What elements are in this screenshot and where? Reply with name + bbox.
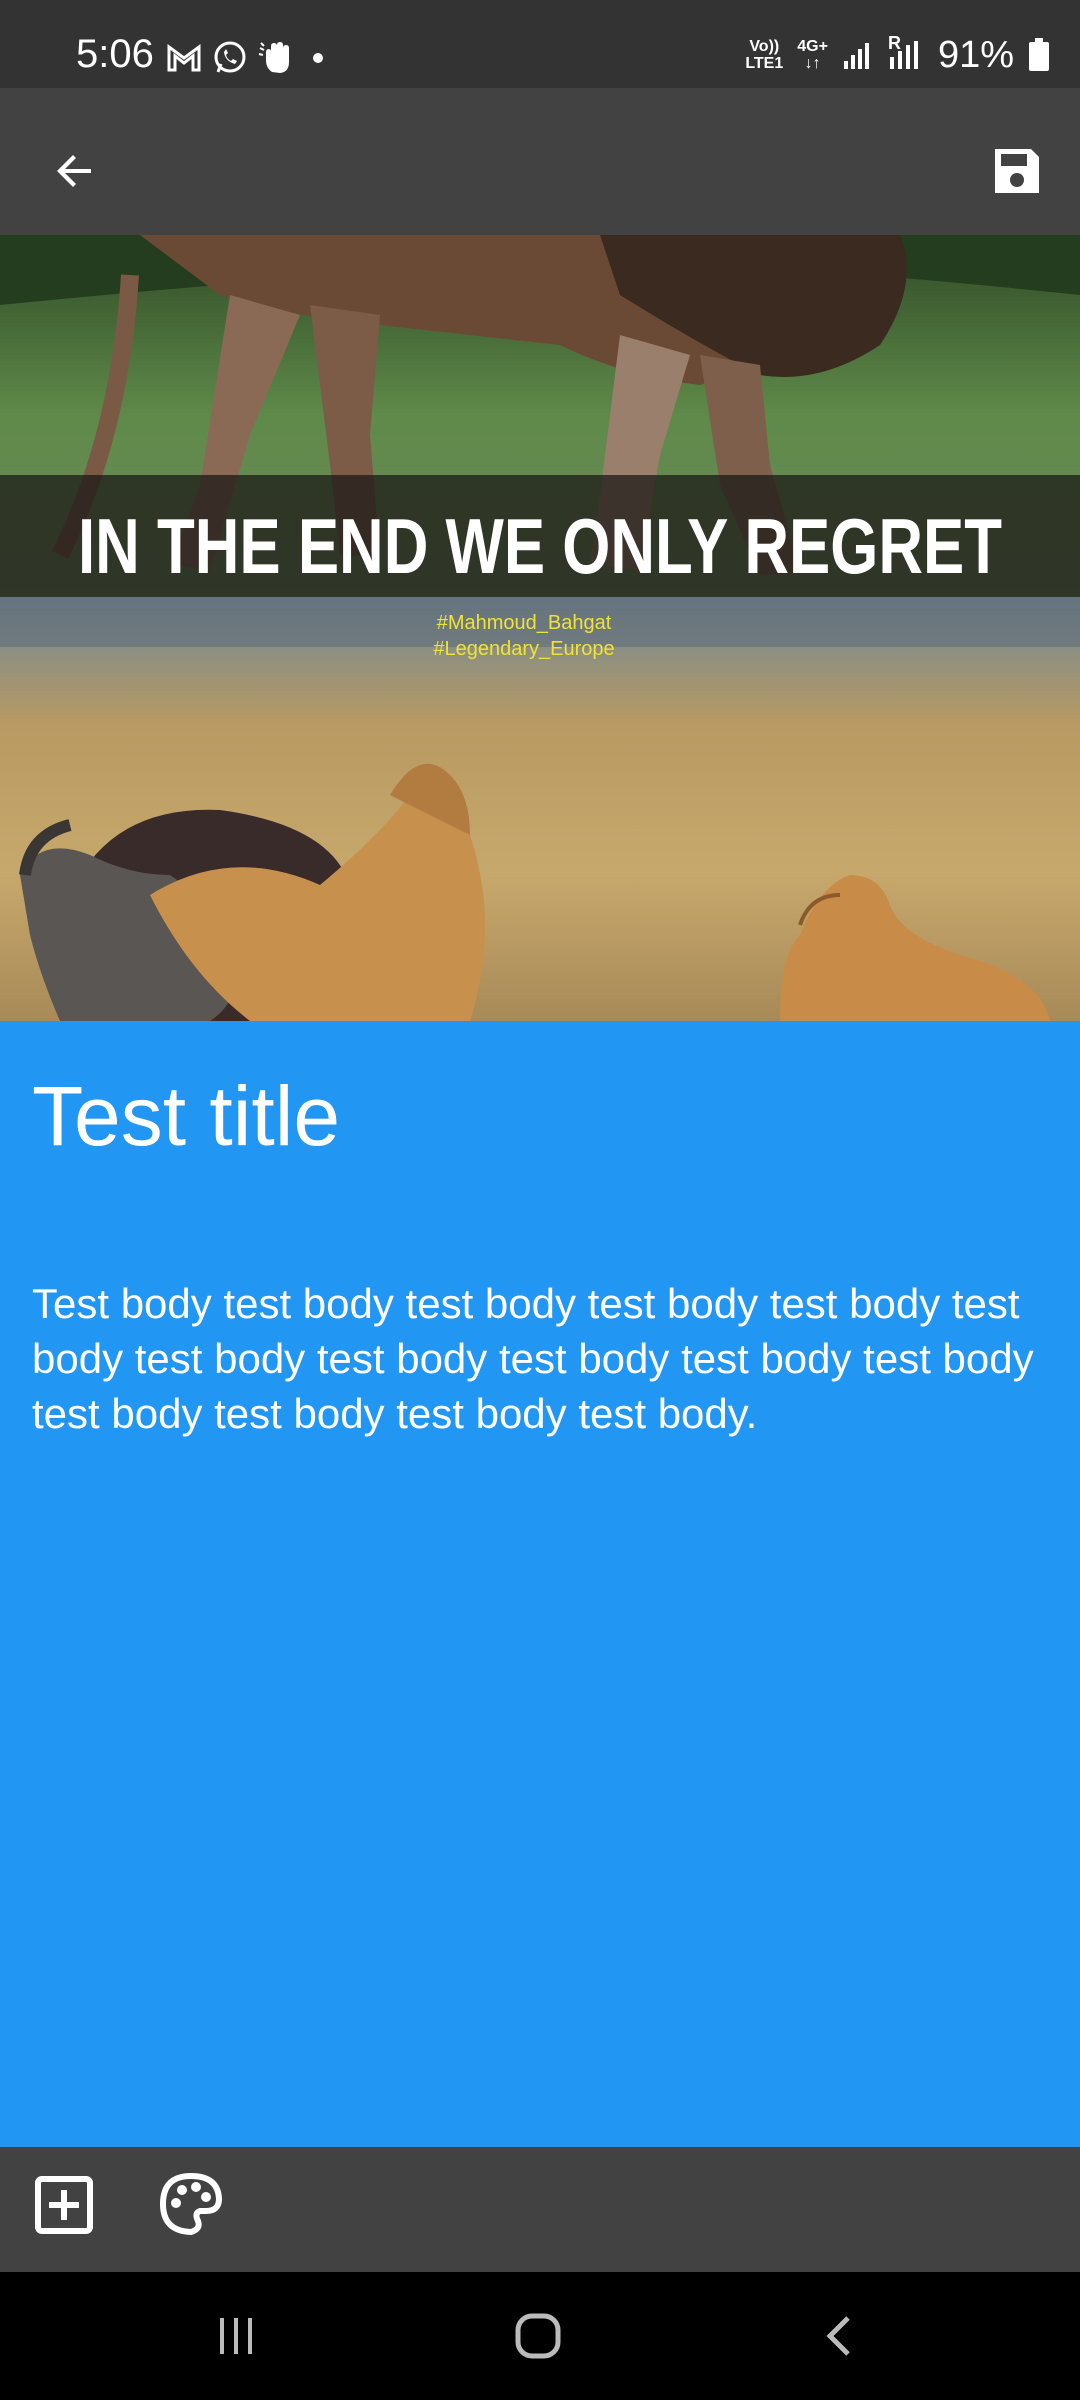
whatsapp-icon: [214, 41, 246, 73]
recents-button[interactable]: [196, 2306, 276, 2366]
add-box-icon: [35, 2176, 93, 2234]
bottom-toolbar: [0, 2147, 1080, 2272]
signal-strength-icon-2: [889, 41, 918, 69]
hand-wave-icon: [258, 42, 289, 73]
home-button[interactable]: [498, 2306, 578, 2366]
battery-icon: [1029, 38, 1049, 71]
arrow-left-icon: [57, 155, 91, 187]
gmail-icon: [167, 44, 201, 72]
palette-icon: [159, 2172, 223, 2236]
status-time: 5:06: [76, 32, 154, 76]
app-bar: [0, 88, 1080, 235]
status-right: Vo)) LTE1 4G+ ↓↑ R 91%: [745, 33, 1050, 76]
network-type-indicator: 4G+ ↓↑: [797, 38, 828, 72]
volte-indicator: Vo)) LTE1: [745, 38, 784, 72]
signal-strength-icon: [843, 43, 869, 69]
save-button[interactable]: [978, 132, 1056, 210]
color-palette-button[interactable]: [158, 2171, 224, 2237]
roaming-signal: R: [888, 33, 924, 71]
status-bar: 5:06 Vo)) LTE1 4G+ ↓↑ R 91%: [0, 0, 1080, 88]
nav-back-button[interactable]: [800, 2306, 880, 2366]
battery-percent: 91%: [937, 34, 1014, 76]
back-button[interactable]: [36, 132, 114, 210]
more-notifications-dot-icon: [313, 53, 323, 63]
system-nav-bar: [0, 2272, 1080, 2400]
hashtag-1: #Mahmoud_Bahgat: [437, 612, 612, 634]
notification-icons: [166, 40, 328, 76]
add-attachment-button[interactable]: [32, 2173, 96, 2237]
recents-icon: [220, 2318, 252, 2354]
note-title[interactable]: Test title: [32, 1072, 340, 1160]
image-caption: IN THE END WE ONLY REGRET: [78, 502, 1002, 590]
note-body[interactable]: Test body test body test body test body …: [32, 1276, 1062, 1441]
chevron-left-icon: [826, 2316, 850, 2356]
lion-buffalo-photo: IN THE END WE ONLY REGRET #Mahmoud_Bahga…: [0, 235, 1080, 1021]
home-icon: [515, 2313, 561, 2359]
hashtag-2: #Legendary_Europe: [433, 638, 614, 660]
note-image[interactable]: IN THE END WE ONLY REGRET #Mahmoud_Bahga…: [0, 235, 1080, 1021]
save-icon: [995, 149, 1039, 193]
